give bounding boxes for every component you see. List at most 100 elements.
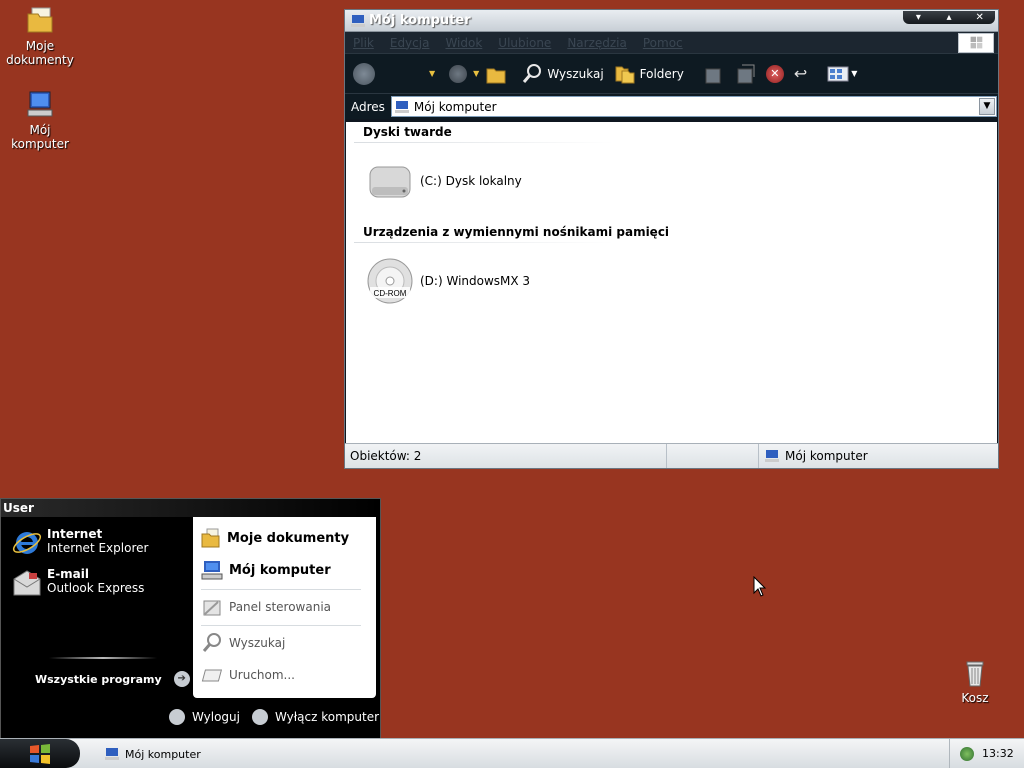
desktop-icon-my-computer[interactable]: Mój komputer — [0, 88, 80, 151]
up-folder-button[interactable] — [485, 63, 507, 85]
drive-c[interactable]: (C:) Dysk lokalny — [366, 157, 522, 205]
logoff-button[interactable]: Wyloguj — [169, 709, 240, 725]
window-titlebar[interactable]: Mój komputer ▾ ▴ ✕ — [345, 10, 998, 32]
minimize-button[interactable]: ▾ — [909, 12, 927, 24]
start-item-email[interactable]: E-mail Outlook Express — [11, 567, 144, 599]
key-icon — [169, 709, 185, 725]
desktop-icon-label: Kosz — [961, 691, 989, 705]
menu-tools[interactable]: Narzędzia — [567, 36, 627, 50]
folders-icon — [615, 66, 635, 83]
hard-drive-icon — [369, 166, 411, 198]
start-item-title: Internet — [47, 527, 103, 541]
status-empty-cell — [667, 444, 759, 468]
move-to-button[interactable] — [702, 63, 724, 85]
start-right-search[interactable]: Wyszukaj — [201, 632, 285, 654]
forward-arrow-icon — [449, 64, 468, 83]
group-heading-removable: Urządzenia z wymiennymi nośnikami pamięc… — [363, 225, 670, 239]
drive-label: (C:) Dysk lokalny — [420, 174, 522, 188]
back-arrow-icon — [353, 62, 375, 85]
computer-icon — [27, 91, 53, 117]
dropdown-arrow-icon: ▼ — [429, 69, 436, 78]
shutdown-label: Wyłącz komputer — [275, 710, 380, 724]
explorer-window: Mój komputer ▾ ▴ ✕ Plik Edycja Widok Ulu… — [344, 9, 999, 469]
network-icon[interactable] — [960, 746, 974, 761]
shutdown-button[interactable]: Wyłącz komputer — [252, 709, 379, 725]
start-right-label: Uruchom... — [229, 668, 295, 682]
mouse-cursor-icon — [753, 576, 767, 597]
maximize-button[interactable]: ▴ — [940, 12, 958, 24]
undo-button[interactable]: ↩ — [794, 64, 807, 83]
start-menu-user: User — [1, 499, 380, 517]
folders-label: Foldery — [639, 66, 684, 81]
back-history-dropdown[interactable]: ▼ — [429, 69, 435, 78]
forward-history-dropdown[interactable]: ▼ — [473, 69, 479, 78]
folders-button[interactable]: Foldery — [614, 63, 684, 85]
all-programs-button[interactable]: Wszystkie programy ➔ — [35, 671, 190, 687]
copy-to-icon — [737, 64, 755, 83]
taskbar-button-label: Mój komputer — [125, 747, 201, 761]
drive-d[interactable]: CD-ROM (D:) WindowsMX 3 — [366, 257, 530, 305]
forward-button[interactable] — [449, 64, 468, 83]
group-divider — [354, 142, 614, 143]
system-tray: 13:32 — [949, 739, 1024, 768]
search-label: Wyszukaj — [547, 66, 604, 81]
menu-help[interactable]: Pomoc — [643, 36, 683, 50]
start-right-label: Panel sterowania — [229, 600, 331, 614]
start-right-my-documents[interactable]: Moje dokumenty — [201, 527, 349, 549]
desktop-icon-recycle-bin[interactable]: Kosz — [935, 656, 1015, 705]
start-right-separator — [201, 589, 361, 590]
folder-content: Dyski twarde (C:) Dysk lokalny Urządzeni… — [346, 122, 997, 452]
menu-favorites[interactable]: Ulubione — [498, 36, 551, 50]
copy-to-button[interactable] — [734, 63, 756, 85]
move-to-icon — [705, 68, 721, 83]
start-right-control-panel[interactable]: Panel sterowania — [201, 596, 331, 618]
start-right-my-computer[interactable]: Mój komputer — [201, 560, 331, 580]
address-input[interactable]: Mój komputer ▼ — [390, 96, 997, 117]
address-bar: Adres Mój komputer ▼ — [345, 93, 998, 119]
address-dropdown-button[interactable]: ▼ — [978, 98, 995, 115]
delete-button[interactable]: ✕ — [765, 64, 784, 83]
start-menu-separator — [49, 657, 157, 659]
taskbar: Mój komputer 13:32 — [0, 738, 1024, 768]
group-divider — [354, 242, 614, 243]
start-item-subtitle: Internet Explorer — [47, 541, 149, 555]
windows-logo-icon — [958, 33, 994, 53]
status-bar: Obiektów: 2 Mój komputer — [345, 443, 998, 468]
dropdown-arrow-icon: ▼ — [473, 69, 480, 78]
views-button[interactable]: ▼ — [827, 66, 857, 82]
start-item-subtitle: Outlook Express — [47, 581, 145, 595]
start-right-separator — [201, 625, 361, 626]
recycle-bin-icon — [966, 661, 984, 687]
start-menu: User Internet Internet Explorer E-mail O… — [0, 498, 381, 739]
menu-view[interactable]: Widok — [445, 36, 482, 50]
control-panel-icon — [203, 600, 221, 616]
taskbar-button-my-computer[interactable]: Mój komputer — [100, 743, 250, 765]
start-button[interactable] — [0, 739, 80, 768]
start-item-internet[interactable]: Internet Internet Explorer — [11, 527, 148, 559]
computer-icon — [765, 450, 779, 462]
clock[interactable]: 13:32 — [982, 747, 1014, 760]
status-object-count: Obiektów: 2 — [345, 444, 667, 468]
start-right-label: Moje dokumenty — [227, 530, 350, 546]
address-label: Adres — [349, 97, 387, 116]
search-button[interactable]: Wyszukaj — [521, 63, 604, 85]
close-button[interactable]: ✕ — [971, 12, 989, 24]
cdrom-badge: CD-ROM — [374, 289, 407, 298]
start-right-run[interactable]: Uruchom... — [201, 664, 295, 686]
status-location-text: Mój komputer — [785, 449, 868, 463]
toolbar: ▼ ▼ Wyszukaj Foldery ✕ ↩ ▼ — [345, 53, 998, 93]
menu-edit[interactable]: Edycja — [390, 36, 430, 50]
email-icon — [13, 570, 41, 596]
views-icon — [827, 66, 849, 81]
start-item-title: E-mail — [47, 567, 90, 581]
back-button[interactable] — [353, 62, 375, 85]
computer-icon — [201, 561, 223, 580]
undo-icon: ↩ — [793, 64, 808, 83]
menu-file[interactable]: Plik — [353, 36, 374, 50]
desktop-icon-my-documents[interactable]: Moje dokumenty — [0, 4, 80, 67]
window-title: Mój komputer — [369, 13, 471, 28]
folder-documents-icon — [201, 528, 220, 548]
start-right-label: Wyszukaj — [229, 636, 286, 650]
search-icon — [202, 633, 221, 652]
start-right-label: Mój komputer — [229, 562, 331, 578]
